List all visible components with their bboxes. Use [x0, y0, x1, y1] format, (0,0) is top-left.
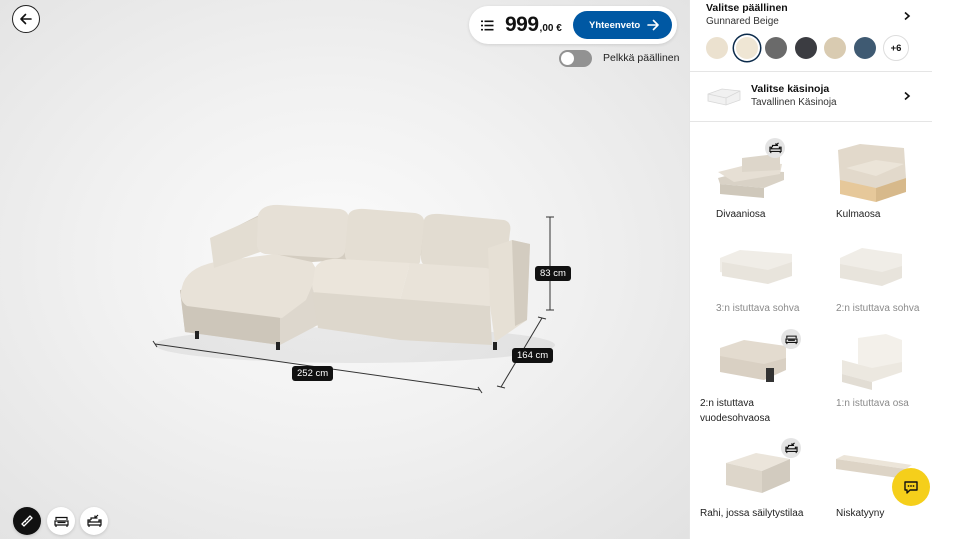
cover-only-label: Pelkkä päällinen [603, 52, 680, 64]
divider [690, 121, 932, 122]
chaise-module-image [718, 154, 784, 198]
module-label: Niskatyyny [836, 508, 885, 519]
module-tile-sofa-bed[interactable]: 2:n istuttava vuodesohvaosa [700, 326, 810, 432]
swatch-5[interactable] [853, 37, 876, 59]
module-label: 2:n istuttava [700, 398, 754, 409]
sofa-3d-model[interactable] [0, 0, 689, 539]
chevron-right-icon[interactable] [902, 91, 912, 101]
swatch-2[interactable] [765, 37, 787, 59]
corner-module-image [838, 144, 906, 202]
price-decimal: ,00 € [539, 23, 562, 34]
sofa-storage-icon [784, 442, 798, 454]
storage-filter-button[interactable] [80, 507, 108, 535]
module-tile-chaise[interactable]: Divaaniosa [708, 138, 808, 228]
module-label: 3:n istuttava sohva [716, 303, 800, 314]
armrest-title: Valitse käsinoja [751, 83, 830, 95]
module-tile-2-seat[interactable]: 2:n istuttava sohva [828, 232, 928, 322]
module-label: Divaaniosa [716, 209, 766, 220]
one-seat-module-image [842, 334, 902, 390]
ruler-icon [21, 515, 33, 527]
chat-icon [904, 480, 918, 494]
configuration-panel: Valitse päällinen Gunnared Beige +6 Vali… [689, 0, 960, 539]
swatch-3[interactable] [794, 37, 817, 59]
divider [690, 71, 932, 72]
module-label: Kulmaosa [836, 209, 881, 220]
measure-tool-button[interactable] [13, 507, 41, 535]
sofa-bed-icon [784, 335, 798, 344]
sofa-bed-icon [53, 516, 69, 527]
list-icon[interactable] [481, 19, 495, 31]
price-bar: 999 ,00 € Yhteenveto [469, 6, 677, 44]
sofa-storage-icon [768, 142, 782, 154]
module-label: Rahi, jossa säilytystilaa [700, 508, 804, 519]
3d-viewer[interactable]: 252 cm 164 cm 83 cm 999 ,00 € Yhteenveto… [0, 0, 689, 539]
color-swatches: +6 [706, 35, 909, 61]
summary-button-label: Yhteenveto [589, 19, 641, 31]
swatch-0[interactable] [706, 37, 728, 59]
storage-badge [765, 138, 785, 158]
module-tile-corner[interactable]: Kulmaosa [828, 138, 928, 228]
two-seat-module-image [840, 248, 902, 286]
height-dimension-label: 83 cm [535, 266, 571, 281]
module-tile-1-seat[interactable]: 1:n istuttava osa [828, 326, 928, 416]
module-label: 1:n istuttava osa [836, 398, 909, 409]
swatch-1[interactable] [735, 37, 758, 59]
sofa-bed-filter-button[interactable] [47, 507, 75, 535]
armrest-thumbnail [707, 88, 741, 106]
armrest-section[interactable]: Valitse käsinoja Tavallinen Käsinoja [751, 83, 837, 108]
storage-badge [781, 438, 801, 458]
width-dimension-label: 252 cm [292, 366, 334, 381]
chat-button[interactable] [892, 468, 930, 506]
module-tile-footstool[interactable]: Rahi, jossa säilytystilaa [700, 437, 820, 527]
cover-section[interactable]: Valitse päällinen Gunnared Beige [706, 2, 788, 27]
chevron-right-icon[interactable] [902, 11, 912, 21]
more-colors-button[interactable]: +6 [883, 35, 909, 61]
summary-button[interactable]: Yhteenveto [573, 11, 672, 39]
cover-only-toggle[interactable] [559, 49, 592, 67]
cover-value: Gunnared Beige [706, 16, 779, 27]
cover-only-toggle-row: Pelkkä päällinen [559, 49, 679, 67]
total-price: 999 ,00 € [505, 13, 562, 37]
swatch-4[interactable] [824, 37, 846, 59]
sofa-bed-badge [781, 329, 801, 349]
module-label: 2:n istuttava sohva [836, 303, 920, 314]
toggle-knob [561, 51, 574, 65]
cover-title: Valitse päällinen [706, 2, 788, 14]
price-integer: 999 [505, 13, 539, 36]
sofa-storage-icon [86, 514, 102, 527]
module-tile-3-seat[interactable]: 3:n istuttava sohva [708, 232, 808, 322]
three-seat-module-image [720, 250, 792, 284]
depth-dimension-label: 164 cm [512, 348, 554, 363]
armrest-value: Tavallinen Käsinoja [751, 97, 837, 108]
arrow-right-icon [647, 19, 659, 31]
module-label-line2: vuodesohvaosa [700, 413, 771, 424]
